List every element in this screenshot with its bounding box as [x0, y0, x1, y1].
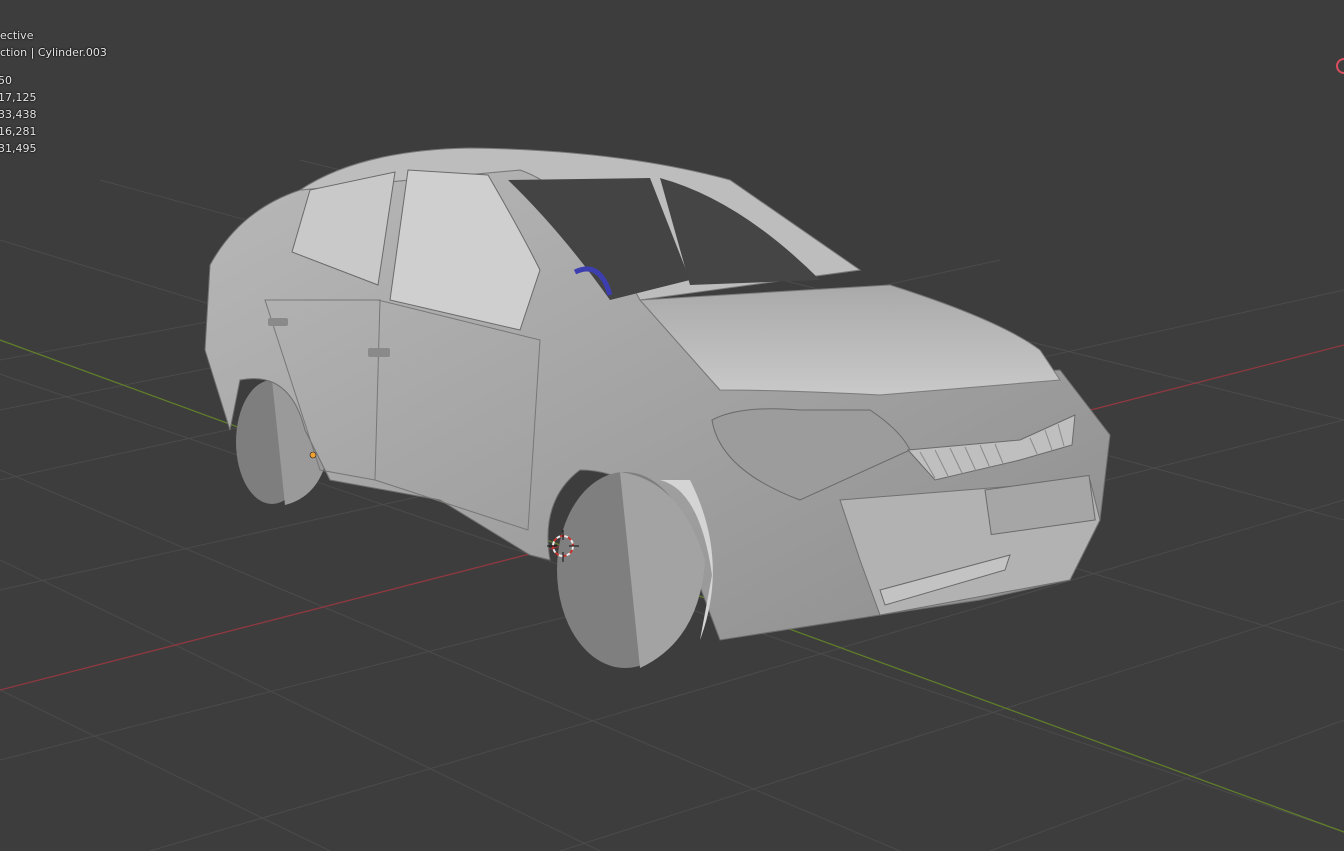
stat-edges: 33,438	[0, 108, 37, 121]
origin-point-icon[interactable]	[309, 451, 317, 459]
view-mode-label: ective	[0, 29, 34, 42]
stat-triangles: 31,495	[0, 142, 37, 155]
stat-faces: 16,281	[0, 125, 37, 138]
collection-object-label: ction | Cylinder.003	[0, 46, 107, 59]
viewport-scene[interactable]	[0, 0, 1344, 851]
stat-objects: 50	[0, 74, 12, 87]
viewport-info-overlay: ective ction | Cylinder.003 50 17,125 33…	[0, 27, 107, 157]
car-model[interactable]	[204, 147, 1111, 668]
3d-viewport[interactable]: ective ction | Cylinder.003 50 17,125 33…	[0, 0, 1344, 851]
stat-vertices: 17,125	[0, 91, 37, 104]
scene-statistics: 50 17,125 33,438 16,281 31,495	[0, 72, 107, 157]
